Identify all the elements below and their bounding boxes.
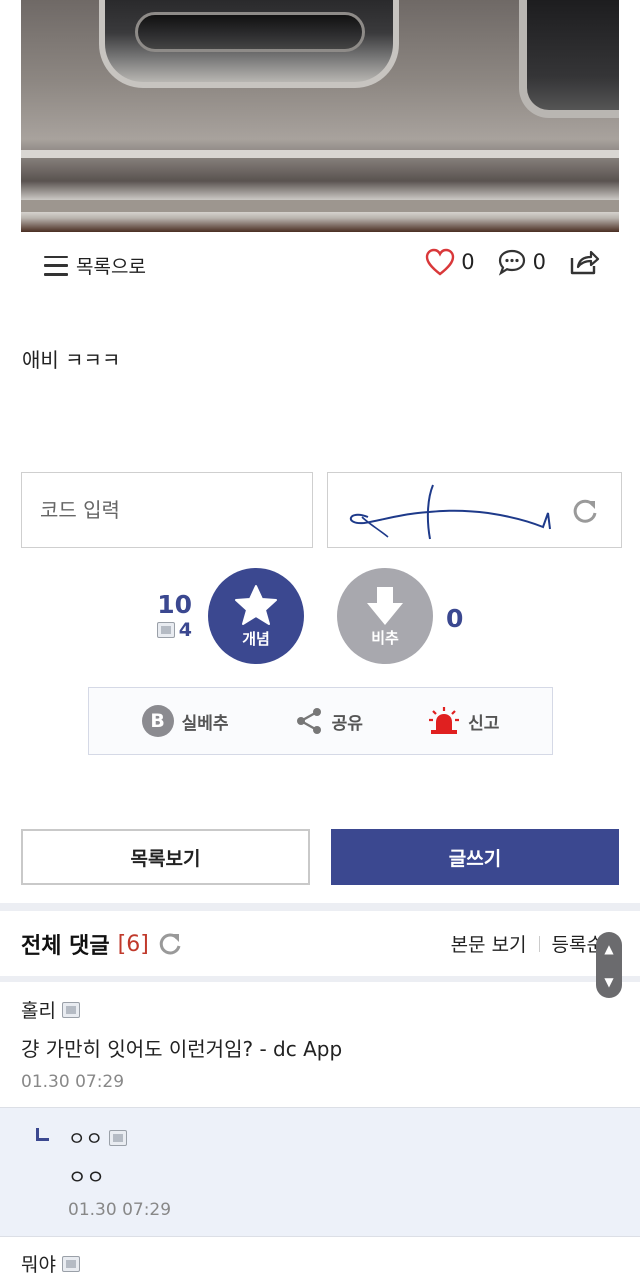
comment-nickname[interactable]: 홀리 [21,996,56,1023]
comment-nickname[interactable]: 뭐야 [21,1250,56,1277]
upvote-button[interactable]: 개념 [208,568,304,664]
fixed-user-icon [61,1255,80,1272]
fixed-user-icon [61,1001,80,1018]
downvote-button[interactable]: 비추 [337,568,433,664]
menu-icon [44,255,68,276]
upvote-fixed-count: 4 [178,619,192,641]
post-actions-bar: B 실베추 공유 신고 [88,687,553,755]
captcha-refresh-icon[interactable] [571,497,599,525]
view-body-button[interactable]: 본문 보기 [451,930,527,957]
best-badge-icon: B [141,705,174,737]
comment-date: 01.30 07:29 [21,1072,125,1092]
refresh-comments-icon[interactable] [157,931,183,957]
reply-item: ㅇㅇ ㅇㅇ 01.30 07:29 [0,1108,640,1236]
reply-arrow-icon [36,1128,49,1141]
comment-button[interactable]: 0 [497,248,546,276]
comment-text: 걍 가만히 잇어도 이런거임? - dc App [21,1037,343,1061]
comment-item: 뭐야 [0,1250,640,1277]
scroll-down-icon[interactable]: ▼ [604,975,613,989]
report-label: 신고 [468,713,500,734]
share-nodes-icon [296,708,321,734]
share-label: 공유 [331,713,363,734]
arrow-down-icon [367,586,403,625]
post-toolbar: 목록으로 0 0 [0,240,640,290]
reply-text: ㅇㅇ [68,1165,105,1189]
siren-icon [429,707,460,734]
comments-header-divider [0,976,640,982]
reply-nickname[interactable]: ㅇㅇ [68,1124,103,1151]
captcha-scribble-image [350,484,551,540]
back-to-list-button[interactable]: 목록으로 [44,252,146,279]
option-separator [538,935,540,952]
downvote-label: 비추 [371,628,399,647]
captcha-code-input[interactable] [21,472,313,548]
comments-count: [6] [117,931,149,957]
scroll-up-icon[interactable]: ▲ [604,942,613,956]
write-post-button[interactable]: 글쓰기 [331,829,619,885]
share-post-button[interactable]: 공유 [294,706,363,736]
captcha-image [327,472,622,548]
upvote-label: 개념 [242,629,270,648]
reply-date: 01.30 07:29 [68,1200,172,1220]
scroll-top-bottom-control[interactable]: ▲ ▼ [596,932,622,998]
comment-divider [0,1236,640,1237]
comment-item: 홀리 걍 가만히 잇어도 이런거임? - dc App 01.30 07:29 [0,996,640,1092]
comments-header: 전체 댓글 [6] 본문 보기 등록순 [0,912,640,974]
best-recommend-label: 실베추 [181,713,229,734]
heart-icon [426,248,455,276]
report-button[interactable]: 신고 [428,706,499,736]
comments-title: 전체 댓글 [21,934,110,959]
section-divider [0,903,640,911]
best-recommend-button[interactable]: B 실베추 [141,705,229,737]
list-view-button[interactable]: 목록보기 [21,829,310,885]
like-button[interactable]: 0 [425,248,475,276]
post-body-text: 애비 ㅋㅋㅋ [22,348,121,372]
share-icon [570,250,600,275]
upvote-counts: 10 4 [150,590,192,641]
like-count: 0 [461,250,475,274]
fixed-user-icon [108,1129,127,1146]
fixed-user-icon [156,622,175,638]
star-icon [235,584,277,625]
downvote-count: 0 [446,604,464,633]
post-image[interactable] [21,0,619,232]
upvote-total: 10 [157,590,192,619]
back-to-list-label: 목록으로 [76,256,146,278]
share-button[interactable] [568,248,600,276]
comment-count: 0 [532,250,546,274]
speech-bubble-icon [498,249,525,276]
